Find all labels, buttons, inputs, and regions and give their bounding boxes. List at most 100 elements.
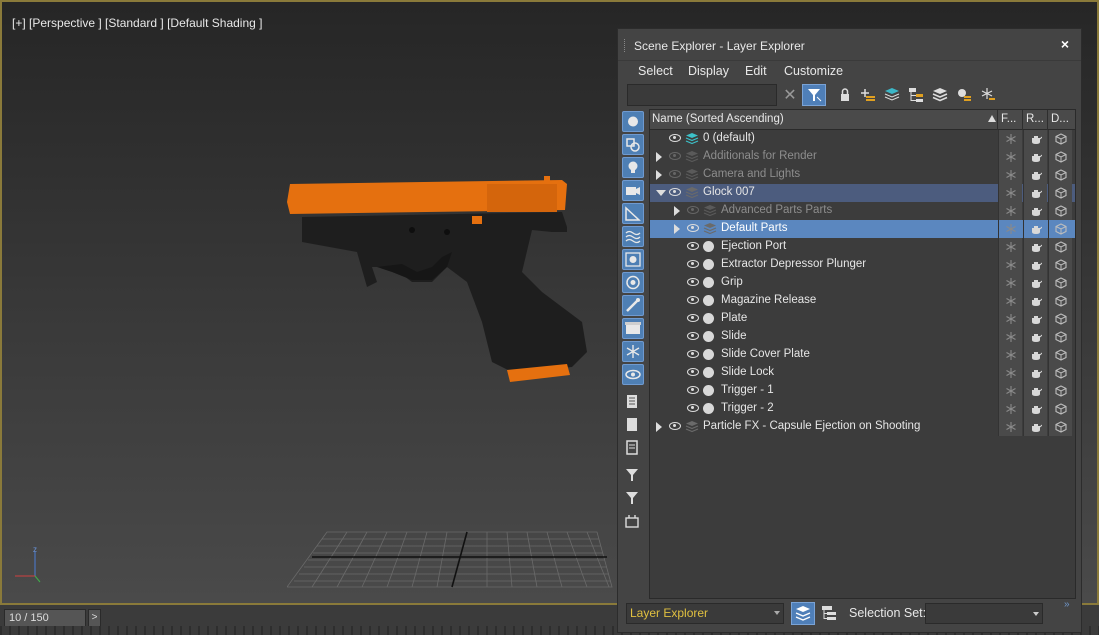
render-teapot-toggle[interactable]: [1023, 310, 1047, 328]
tree-object-row[interactable]: Grip: [650, 274, 1075, 292]
layer-stack-icon[interactable]: [884, 87, 900, 103]
tree-layer-row[interactable]: Additionals for Render: [650, 148, 1075, 166]
menu-select[interactable]: Select: [638, 64, 673, 78]
configure-button[interactable]: [622, 512, 644, 533]
display-box-toggle[interactable]: [1048, 418, 1072, 436]
render-teapot-toggle[interactable]: [1023, 346, 1047, 364]
render-teapot-toggle[interactable]: [1023, 274, 1047, 292]
expand-arrow-icon[interactable]: [656, 422, 662, 432]
render-teapot-toggle[interactable]: [1023, 220, 1047, 238]
tree-object-row[interactable]: Slide Lock: [650, 364, 1075, 382]
display-box-toggle[interactable]: [1048, 238, 1072, 256]
freeze-snowflake-toggle[interactable]: [998, 184, 1022, 202]
tree-object-row[interactable]: Magazine Release: [650, 292, 1075, 310]
render-teapot-toggle[interactable]: [1023, 292, 1047, 310]
display-containers-button[interactable]: [622, 318, 644, 339]
lock-icon[interactable]: [837, 87, 853, 103]
visibility-eye-icon[interactable]: [687, 242, 699, 250]
render-teapot-toggle[interactable]: [1023, 184, 1047, 202]
display-box-toggle[interactable]: [1048, 346, 1072, 364]
freeze-snowflake-toggle[interactable]: [998, 166, 1022, 184]
display-box-toggle[interactable]: [1048, 148, 1072, 166]
tree-object-row[interactable]: Trigger - 2: [650, 400, 1075, 418]
advanced-filter-button[interactable]: [622, 466, 644, 487]
selection-set-dropdown[interactable]: [925, 603, 1043, 624]
display-groups-button[interactable]: [622, 249, 644, 270]
visibility-eye-icon[interactable]: [687, 332, 699, 340]
render-teapot-toggle[interactable]: [1023, 202, 1047, 220]
freeze-snowflake-toggle[interactable]: [998, 364, 1022, 382]
expand-arrow-icon[interactable]: [656, 170, 662, 180]
display-box-toggle[interactable]: [1048, 184, 1072, 202]
filter-toggle-button[interactable]: [802, 84, 826, 106]
display-box-toggle[interactable]: [1048, 310, 1072, 328]
display-cameras-button[interactable]: [622, 180, 644, 201]
display-none-button[interactable]: [622, 415, 644, 436]
visibility-eye-icon[interactable]: [687, 386, 699, 394]
column-header-display[interactable]: D...: [1051, 113, 1069, 125]
explorer-mode-dropdown[interactable]: Layer Explorer: [626, 603, 784, 624]
freeze-snowflake-toggle[interactable]: [998, 238, 1022, 256]
display-box-toggle[interactable]: [1048, 130, 1072, 148]
tree-layer-row[interactable]: Advanced Parts Parts: [650, 202, 1075, 220]
display-box-toggle[interactable]: [1048, 328, 1072, 346]
visibility-eye-icon[interactable]: [687, 260, 699, 268]
render-teapot-toggle[interactable]: [1023, 418, 1047, 436]
display-geometry-button[interactable]: [622, 111, 644, 132]
visibility-eye-icon[interactable]: [669, 134, 681, 142]
display-spacewarps-button[interactable]: [622, 226, 644, 247]
display-box-toggle[interactable]: [1048, 292, 1072, 310]
more-chevron-icon[interactable]: »: [1064, 599, 1070, 610]
render-teapot-toggle[interactable]: [1023, 328, 1047, 346]
display-box-toggle[interactable]: [1048, 256, 1072, 274]
tree-object-row[interactable]: Plate: [650, 310, 1075, 328]
tree-object-row[interactable]: Slide Cover Plate: [650, 346, 1075, 364]
hierarchy-icon[interactable]: [908, 87, 924, 103]
menu-edit[interactable]: Edit: [745, 64, 767, 78]
visibility-eye-icon[interactable]: [687, 278, 699, 286]
freeze-snowflake-toggle[interactable]: [998, 418, 1022, 436]
display-box-toggle[interactable]: [1048, 274, 1072, 292]
display-frozen-button[interactable]: [622, 341, 644, 362]
expand-arrow-icon[interactable]: [656, 152, 662, 162]
display-hidden-button[interactable]: [622, 364, 644, 385]
freeze-snowflake-toggle[interactable]: [998, 328, 1022, 346]
glock-model[interactable]: [282, 172, 592, 387]
menu-display[interactable]: Display: [688, 64, 729, 78]
viewport-label-menu[interactable]: [+] [Perspective ] [Standard ] [Default …: [12, 16, 262, 30]
close-button[interactable]: ×: [1061, 36, 1069, 52]
column-header-name[interactable]: Name (Sorted Ascending): [652, 113, 784, 125]
tree-layer-row[interactable]: Particle FX - Capsule Ejection on Shooti…: [650, 418, 1075, 436]
filter-button[interactable]: [622, 489, 644, 510]
sort-by-hierarchy-button[interactable]: [818, 603, 840, 624]
display-box-toggle[interactable]: [1048, 166, 1072, 184]
render-teapot-toggle[interactable]: [1023, 256, 1047, 274]
tree-object-row[interactable]: Extractor Depressor Plunger: [650, 256, 1075, 274]
tree-layer-row[interactable]: Glock 007: [650, 184, 1075, 202]
column-header-render[interactable]: R...: [1026, 113, 1044, 125]
sort-by-layer-button[interactable]: [791, 602, 815, 625]
render-teapot-toggle[interactable]: [1023, 148, 1047, 166]
scene-tree[interactable]: Name (Sorted Ascending) F... R... D... 0…: [649, 109, 1076, 599]
display-all-button[interactable]: [622, 392, 644, 413]
tree-object-row[interactable]: Trigger - 1: [650, 382, 1075, 400]
freeze-snowflake-toggle[interactable]: [998, 274, 1022, 292]
freeze-snowflake-toggle[interactable]: [998, 346, 1022, 364]
freeze-layer-icon[interactable]: [980, 87, 996, 103]
render-teapot-toggle[interactable]: [1023, 400, 1047, 418]
display-box-toggle[interactable]: [1048, 382, 1072, 400]
visibility-eye-icon[interactable]: [669, 188, 681, 196]
frame-counter[interactable]: 10 / 150: [4, 609, 86, 627]
tree-layer-row[interactable]: 0 (default): [650, 130, 1075, 148]
render-teapot-toggle[interactable]: [1023, 364, 1047, 382]
column-header-frozen[interactable]: F...: [1001, 113, 1016, 125]
render-teapot-toggle[interactable]: [1023, 166, 1047, 184]
render-teapot-toggle[interactable]: [1023, 238, 1047, 256]
add-to-layer-icon[interactable]: [860, 87, 876, 103]
visibility-eye-icon[interactable]: [687, 404, 699, 412]
chevron-down-icon[interactable]: [774, 611, 780, 615]
menu-customize[interactable]: Customize: [784, 64, 843, 78]
visibility-eye-icon[interactable]: [687, 206, 699, 214]
drag-grip-icon[interactable]: [624, 39, 627, 52]
freeze-snowflake-toggle[interactable]: [998, 292, 1022, 310]
